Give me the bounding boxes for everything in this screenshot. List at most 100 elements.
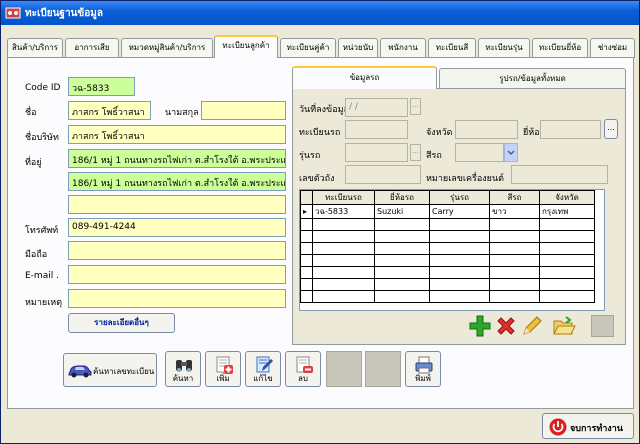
province-input[interactable] — [455, 120, 518, 139]
add-car-icon[interactable] — [468, 314, 492, 338]
tab-products[interactable]: สินค้า/บริการ — [7, 38, 63, 58]
main-window: ทะเบียนฐานข้อมูล สินค้า/บริการ อาการเสีย… — [0, 0, 640, 444]
tab-symptoms[interactable]: อาการเสีย — [65, 38, 119, 58]
table-row[interactable] — [300, 230, 595, 243]
cell-brand[interactable]: Suzuki — [374, 204, 430, 219]
edit-label: แก้ไข — [253, 374, 273, 383]
company-input[interactable]: ภาสกร โพธิ์วาสนา — [68, 125, 286, 144]
table-row[interactable] — [300, 218, 595, 231]
tab-car-photos[interactable]: รูปรถ/ข้อมูลทั้งหมด — [439, 68, 626, 89]
col-model[interactable]: รุ่นรถ — [429, 190, 490, 205]
color-select[interactable] — [455, 143, 504, 162]
tab-technicians[interactable]: ช่างซ่อม — [590, 38, 635, 58]
surname-input[interactable] — [201, 101, 286, 120]
engine-input[interactable] — [511, 165, 608, 184]
window-title: ทะเบียนฐานข้อมูล — [25, 8, 103, 19]
plate-input[interactable] — [345, 120, 408, 139]
model-lookup-button[interactable]: ... — [410, 144, 421, 161]
open-folder-icon[interactable] — [552, 314, 576, 338]
date-label: วันที่ลงข้อมูล — [299, 105, 350, 115]
surname-label: นามสกุล — [165, 108, 199, 118]
print-label: พิมพ์ — [415, 374, 431, 383]
name-label: ชื่อ — [25, 108, 37, 118]
delete-button[interactable]: ลบ — [285, 351, 321, 387]
tab-car-info[interactable]: ข้อมูลรถ — [292, 66, 437, 89]
col-plate[interactable]: ทะเบียนรถ — [312, 190, 375, 205]
tab-models[interactable]: ทะเบียนรุ่น — [478, 38, 530, 58]
col-color[interactable]: สีรถ — [489, 190, 540, 205]
province-label: จังหวัด — [426, 128, 453, 138]
company-label: ชื่อบริษัท — [25, 133, 59, 143]
search-plate-button[interactable]: ค้นหาเลขทะเบียน — [63, 353, 157, 387]
date-input[interactable]: / / — [345, 98, 408, 117]
tab-brands[interactable]: ทะเบียนยี่ห้อ — [532, 38, 588, 58]
table-row[interactable] — [300, 290, 595, 303]
chassis-label: เลขตัวถัง — [299, 174, 335, 184]
address-line3[interactable] — [68, 195, 286, 214]
note-label: หมายเหตุ — [25, 298, 63, 308]
title-bar: ทะเบียนฐานข้อมูล — [1, 1, 639, 25]
edit-car-icon[interactable] — [520, 314, 544, 338]
plate-label: ทะเบียนรถ — [299, 128, 341, 138]
cell-province[interactable]: กรุงเทพ — [539, 204, 595, 219]
delete-car-icon[interactable] — [494, 314, 518, 338]
search-label: ค้นหา — [172, 374, 194, 383]
phone-label: โทรศัพท์ — [25, 226, 59, 236]
disabled-button — [326, 351, 362, 387]
name-input[interactable]: ภาสกร โพธิ์วาสนา — [68, 101, 151, 120]
tab-units[interactable]: หน่วยนับ — [338, 38, 378, 58]
edit-button[interactable]: แก้ไข — [245, 351, 281, 387]
search-button[interactable]: ค้นหา — [165, 351, 201, 387]
phone-input[interactable]: 089-491-4244 — [68, 218, 286, 237]
tab-employees[interactable]: พนักงาน — [380, 38, 426, 58]
code-input[interactable]: วฉ-5833 — [68, 77, 135, 96]
cell-plate[interactable]: วฉ-5833 — [312, 204, 375, 219]
app-icon — [5, 7, 21, 19]
disabled-button — [591, 315, 614, 337]
cell-model[interactable]: Carry — [429, 204, 490, 219]
tab-customers[interactable]: ทะเบียนลูกค้า — [214, 35, 278, 58]
disabled-button — [365, 351, 401, 387]
row-selector[interactable]: ▸ — [300, 204, 313, 219]
row-header-corner — [300, 190, 313, 205]
color-dropdown-icon[interactable] — [504, 143, 518, 162]
col-brand[interactable]: ยี่ห้อรถ — [374, 190, 430, 205]
email-input[interactable] — [68, 265, 286, 284]
print-button[interactable]: พิมพ์ — [405, 351, 441, 387]
engine-label: หมายเลขเครื่องยนต์ — [426, 174, 504, 184]
table-row[interactable] — [300, 242, 595, 255]
col-province[interactable]: จังหวัด — [539, 190, 595, 205]
car-icon — [68, 365, 92, 378]
brand-lookup-button[interactable]: ... — [604, 119, 618, 139]
tab-partners[interactable]: ทะเบียนคู่ค้า — [280, 38, 336, 58]
add-button[interactable]: เพิ่ม — [205, 351, 241, 387]
brand-input[interactable] — [540, 120, 601, 139]
mobile-input[interactable] — [68, 241, 286, 260]
search-plate-label: ค้นหาเลขทะเบียน — [93, 367, 155, 376]
table-row[interactable]: ▸ วฉ-5833 Suzuki Carry ขาว กรุงเทพ — [300, 204, 595, 219]
table-row[interactable] — [300, 266, 595, 279]
tab-categories[interactable]: หมวดหมู่สินค้า/บริการ — [121, 38, 213, 58]
table-row[interactable] — [300, 254, 595, 267]
tab-colors[interactable]: ทะเบียนสี — [428, 38, 476, 58]
email-label: E-mail . — [25, 271, 59, 281]
add-label: เพิ่ม — [216, 374, 230, 383]
power-icon — [549, 418, 567, 436]
model-input[interactable] — [345, 143, 408, 162]
more-details-button[interactable]: รายละเอียดอื่นๆ — [68, 313, 175, 333]
code-label: Code ID — [25, 83, 61, 93]
main-tabs: สินค้า/บริการ อาการเสีย หมวดหมู่สินค้า/บ… — [7, 35, 635, 58]
address-line1[interactable]: 186/1 หมู่ 1 ถนนทางรถไฟเก่า ต.สำโรงใต้ อ… — [68, 149, 286, 168]
cell-color[interactable]: ขาว — [489, 204, 540, 219]
mobile-label: มือถือ — [25, 250, 48, 260]
note-input[interactable] — [68, 289, 286, 308]
address-line2[interactable]: 186/1 หมู่ 1 ถนนทางรถไฟเก่า ต.สำโรงใต้ อ… — [68, 172, 286, 191]
model-label: รุ่นรถ — [299, 151, 321, 161]
color-label: สีรถ — [426, 151, 442, 161]
table-row[interactable] — [300, 278, 595, 291]
chassis-input[interactable] — [345, 165, 421, 184]
address-label: ที่อยู่ — [25, 158, 42, 168]
date-picker-button[interactable]: ... — [410, 98, 421, 115]
car-table: ทะเบียนรถ ยี่ห้อรถ รุ่นรถ สีรถ จังหวัด ▸… — [299, 189, 605, 311]
exit-button[interactable]: จบการทำงาน — [542, 413, 634, 439]
